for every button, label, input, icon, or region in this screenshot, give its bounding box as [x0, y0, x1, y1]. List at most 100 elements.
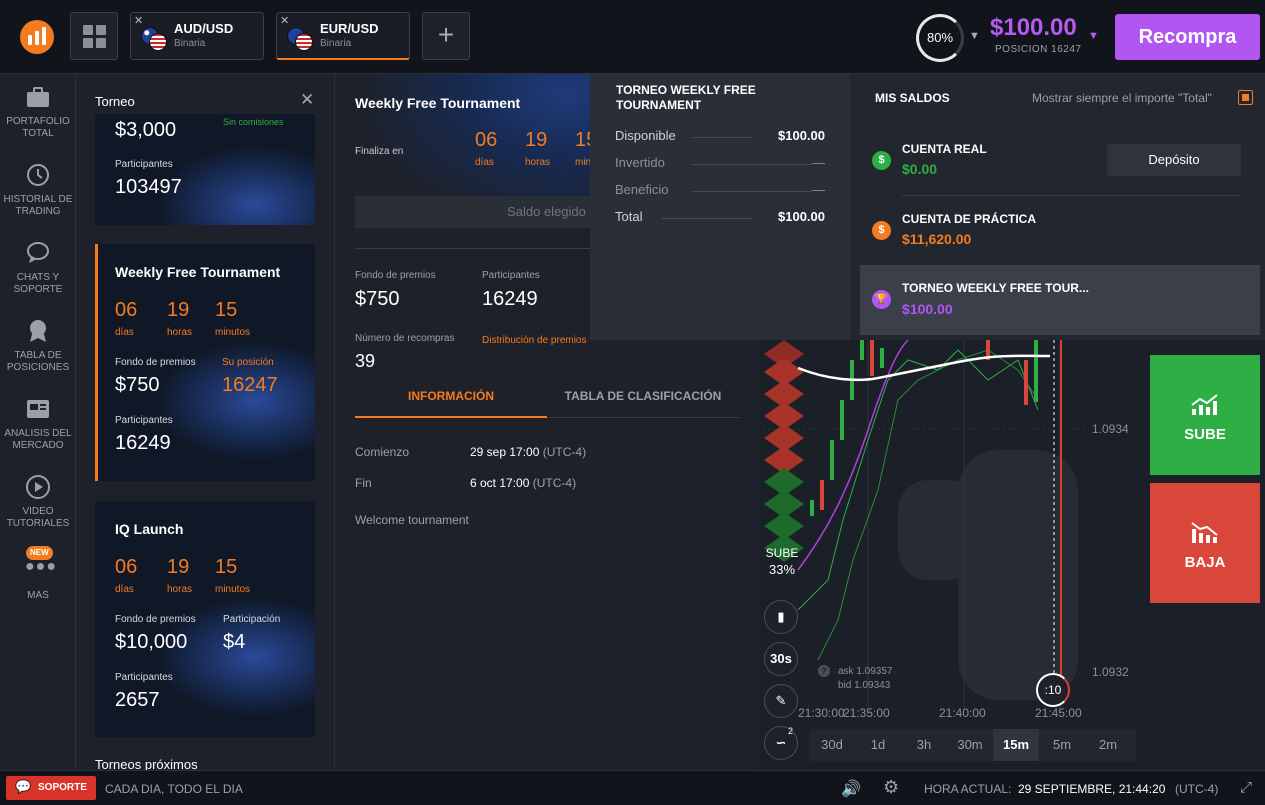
tab-type: Binaria	[320, 38, 352, 49]
nav-item-market-analysis[interactable]: ANALISIS DEL MERCADO	[0, 396, 76, 452]
draw-pencil-icon[interactable]: ✎	[764, 684, 798, 718]
participants-label: Participantes	[115, 159, 173, 170]
minutes-value: 15	[215, 556, 238, 578]
days-label: días	[475, 157, 494, 168]
grid-view-button[interactable]	[70, 12, 118, 60]
close-panel-icon[interactable]: ✕	[300, 90, 314, 110]
tournament-card-selected[interactable]: Weekly Free Tournament 06 19 15 días hor…	[95, 244, 315, 481]
trend-up-icon	[1191, 394, 1218, 415]
y-axis-label: 1.0934	[1092, 422, 1129, 436]
leader-line	[692, 137, 752, 138]
hours-label: horas	[167, 584, 193, 595]
nav-label-1: VIDEO	[22, 506, 54, 517]
asset-tab-eur-usd[interactable]: ✕ EUR/USD Binaria	[276, 12, 410, 60]
prize-value: $10,000	[115, 631, 188, 653]
help-icon[interactable]: ?	[818, 665, 830, 677]
timeframe-option-active[interactable]: 15m	[993, 729, 1039, 761]
account-amount: $0.00	[902, 161, 938, 177]
balance-chevron-down-icon[interactable]: ▼	[1088, 30, 1099, 42]
time-label: HORA ACTUAL:	[924, 782, 1012, 796]
timeframe-option[interactable]: 5m	[1039, 729, 1085, 761]
left-nav: PORTAFOLIO TOTAL HISTORIAL DE TRADING CH…	[0, 74, 76, 770]
summary-label: Beneficio	[615, 182, 669, 197]
rebuy-button[interactable]: Recompra	[1115, 14, 1260, 60]
summary-label: Invertido	[615, 155, 665, 170]
timeframe-option[interactable]: 30d	[809, 729, 855, 761]
prize-distribution-link[interactable]: Distribución de premios	[482, 335, 587, 346]
support-button[interactable]: 💬 SOPORTE	[6, 776, 96, 800]
tab-information[interactable]: INFORMACIÓN	[355, 380, 547, 418]
logo-icon[interactable]	[20, 20, 54, 54]
leader-line	[662, 218, 752, 219]
rebuys-value: 39	[355, 351, 376, 371]
days-value: 06	[115, 299, 138, 321]
eur-usd-flag-icon	[287, 27, 313, 51]
progress-ring[interactable]: 80%	[916, 14, 964, 62]
show-total-checkbox[interactable]	[1238, 90, 1253, 105]
tournament-summary-popup: TORNEO WEEKLY FREE TOURNAMENT Disponible…	[590, 74, 850, 340]
account-row-tournament-selected[interactable]: 🏆 TORNEO WEEKLY FREE TOUR... $100.00	[860, 265, 1260, 335]
timeframe-option[interactable]: 2m	[1085, 729, 1131, 761]
timeframe-option[interactable]: 1d	[855, 729, 901, 761]
nav-label-1: PORTAFOLIO	[6, 116, 70, 127]
chat-bubble-icon: 💬	[15, 779, 32, 794]
account-amount: $100.00	[902, 301, 953, 317]
show-total-label: Mostrar siempre el importe "Total"	[1032, 91, 1212, 105]
nav-item-leaderboard[interactable]: TABLA DE POSICIONES	[0, 318, 76, 374]
hours-value: 19	[167, 556, 190, 578]
award-icon	[25, 318, 51, 344]
nav-item-portfolio[interactable]: PORTAFOLIO TOTAL	[0, 84, 76, 140]
position-label: POSICION 16247	[995, 44, 1082, 55]
trade-down-button[interactable]: BAJA	[1150, 483, 1260, 603]
participants-label: Participantes	[115, 415, 173, 426]
summary-value: —	[812, 155, 825, 170]
trade-up-button[interactable]: SUBE	[1150, 355, 1260, 475]
indicators-count: 2	[788, 726, 794, 736]
end-label: Fin	[355, 476, 372, 490]
add-asset-button[interactable]: +	[422, 12, 470, 60]
balance-value[interactable]: $100.00	[990, 14, 1077, 42]
timeframe-option[interactable]: 30m	[947, 729, 993, 761]
progress-label: 80%	[926, 30, 954, 45]
fullscreen-icon[interactable]: ⤢	[1240, 779, 1252, 796]
tournament-card[interactable]: $3,000 Sin comisiones Participantes 1034…	[95, 114, 315, 225]
prize-value: $750	[355, 288, 400, 310]
nav-label-2: TRADING	[15, 206, 61, 217]
tab-pair: EUR/USD	[320, 21, 379, 36]
close-tab-icon[interactable]: ✕	[280, 14, 289, 27]
tagline: CADA DIA, TODO EL DIA	[105, 782, 243, 796]
detail-title: Weekly Free Tournament	[355, 95, 521, 111]
nav-item-chat-support[interactable]: CHATS Y SOPORTE	[0, 240, 76, 296]
summary-value: $100.00	[778, 209, 825, 224]
interval-button[interactable]: 30s	[764, 642, 798, 676]
price-chart[interactable]: 1.0934 1.0932 SUBE 33% ? ask 1.09357 bid…	[758, 340, 1150, 770]
entry-fee-label: Participación	[223, 614, 281, 625]
hours-label: horas	[525, 157, 551, 168]
timeframe-option[interactable]: 3h	[901, 729, 947, 761]
tournament-card[interactable]: IQ Launch 06 19 15 días horas minutos Fo…	[95, 501, 315, 737]
participants-value: 2657	[115, 689, 160, 711]
speaker-icon[interactable]: 🔊	[841, 779, 861, 799]
close-tab-icon[interactable]: ✕	[134, 14, 143, 27]
nav-label-1: MAS	[27, 590, 49, 601]
gear-icon[interactable]: ⚙	[883, 777, 899, 798]
tab-ranking[interactable]: TABLA DE CLASIFICACIÓN	[547, 380, 739, 418]
account-amount: $11,620.00	[902, 231, 972, 247]
deposit-button[interactable]: Depósito	[1107, 144, 1241, 176]
nav-item-history[interactable]: HISTORIAL DE TRADING	[0, 162, 76, 218]
account-row-practice[interactable]: $ CUENTA DE PRÁCTICA $11,620.00	[850, 207, 1265, 263]
days-label: días	[115, 327, 134, 338]
balances-popup: MIS SALDOS Mostrar siempre el importe "T…	[850, 74, 1265, 340]
newspaper-icon	[25, 396, 51, 422]
nav-label-1: CHATS Y	[16, 272, 60, 283]
x-axis-label: 21:30:00	[798, 706, 845, 720]
chart-type-candles-icon[interactable]: ▮	[764, 600, 798, 634]
nav-item-more[interactable]: NEW ●●● MAS	[0, 546, 76, 602]
nav-item-video-tutorials[interactable]: VIDEO TUTORIALES	[0, 474, 76, 530]
asset-tab-aud-usd[interactable]: ✕ AUD/USD Binaria	[130, 12, 264, 60]
divider	[902, 195, 1240, 196]
new-badge: NEW	[26, 546, 53, 560]
chevron-down-icon[interactable]: ▼	[969, 30, 980, 42]
trade-down-label: BAJA	[1184, 554, 1226, 571]
history-icon	[25, 162, 51, 188]
